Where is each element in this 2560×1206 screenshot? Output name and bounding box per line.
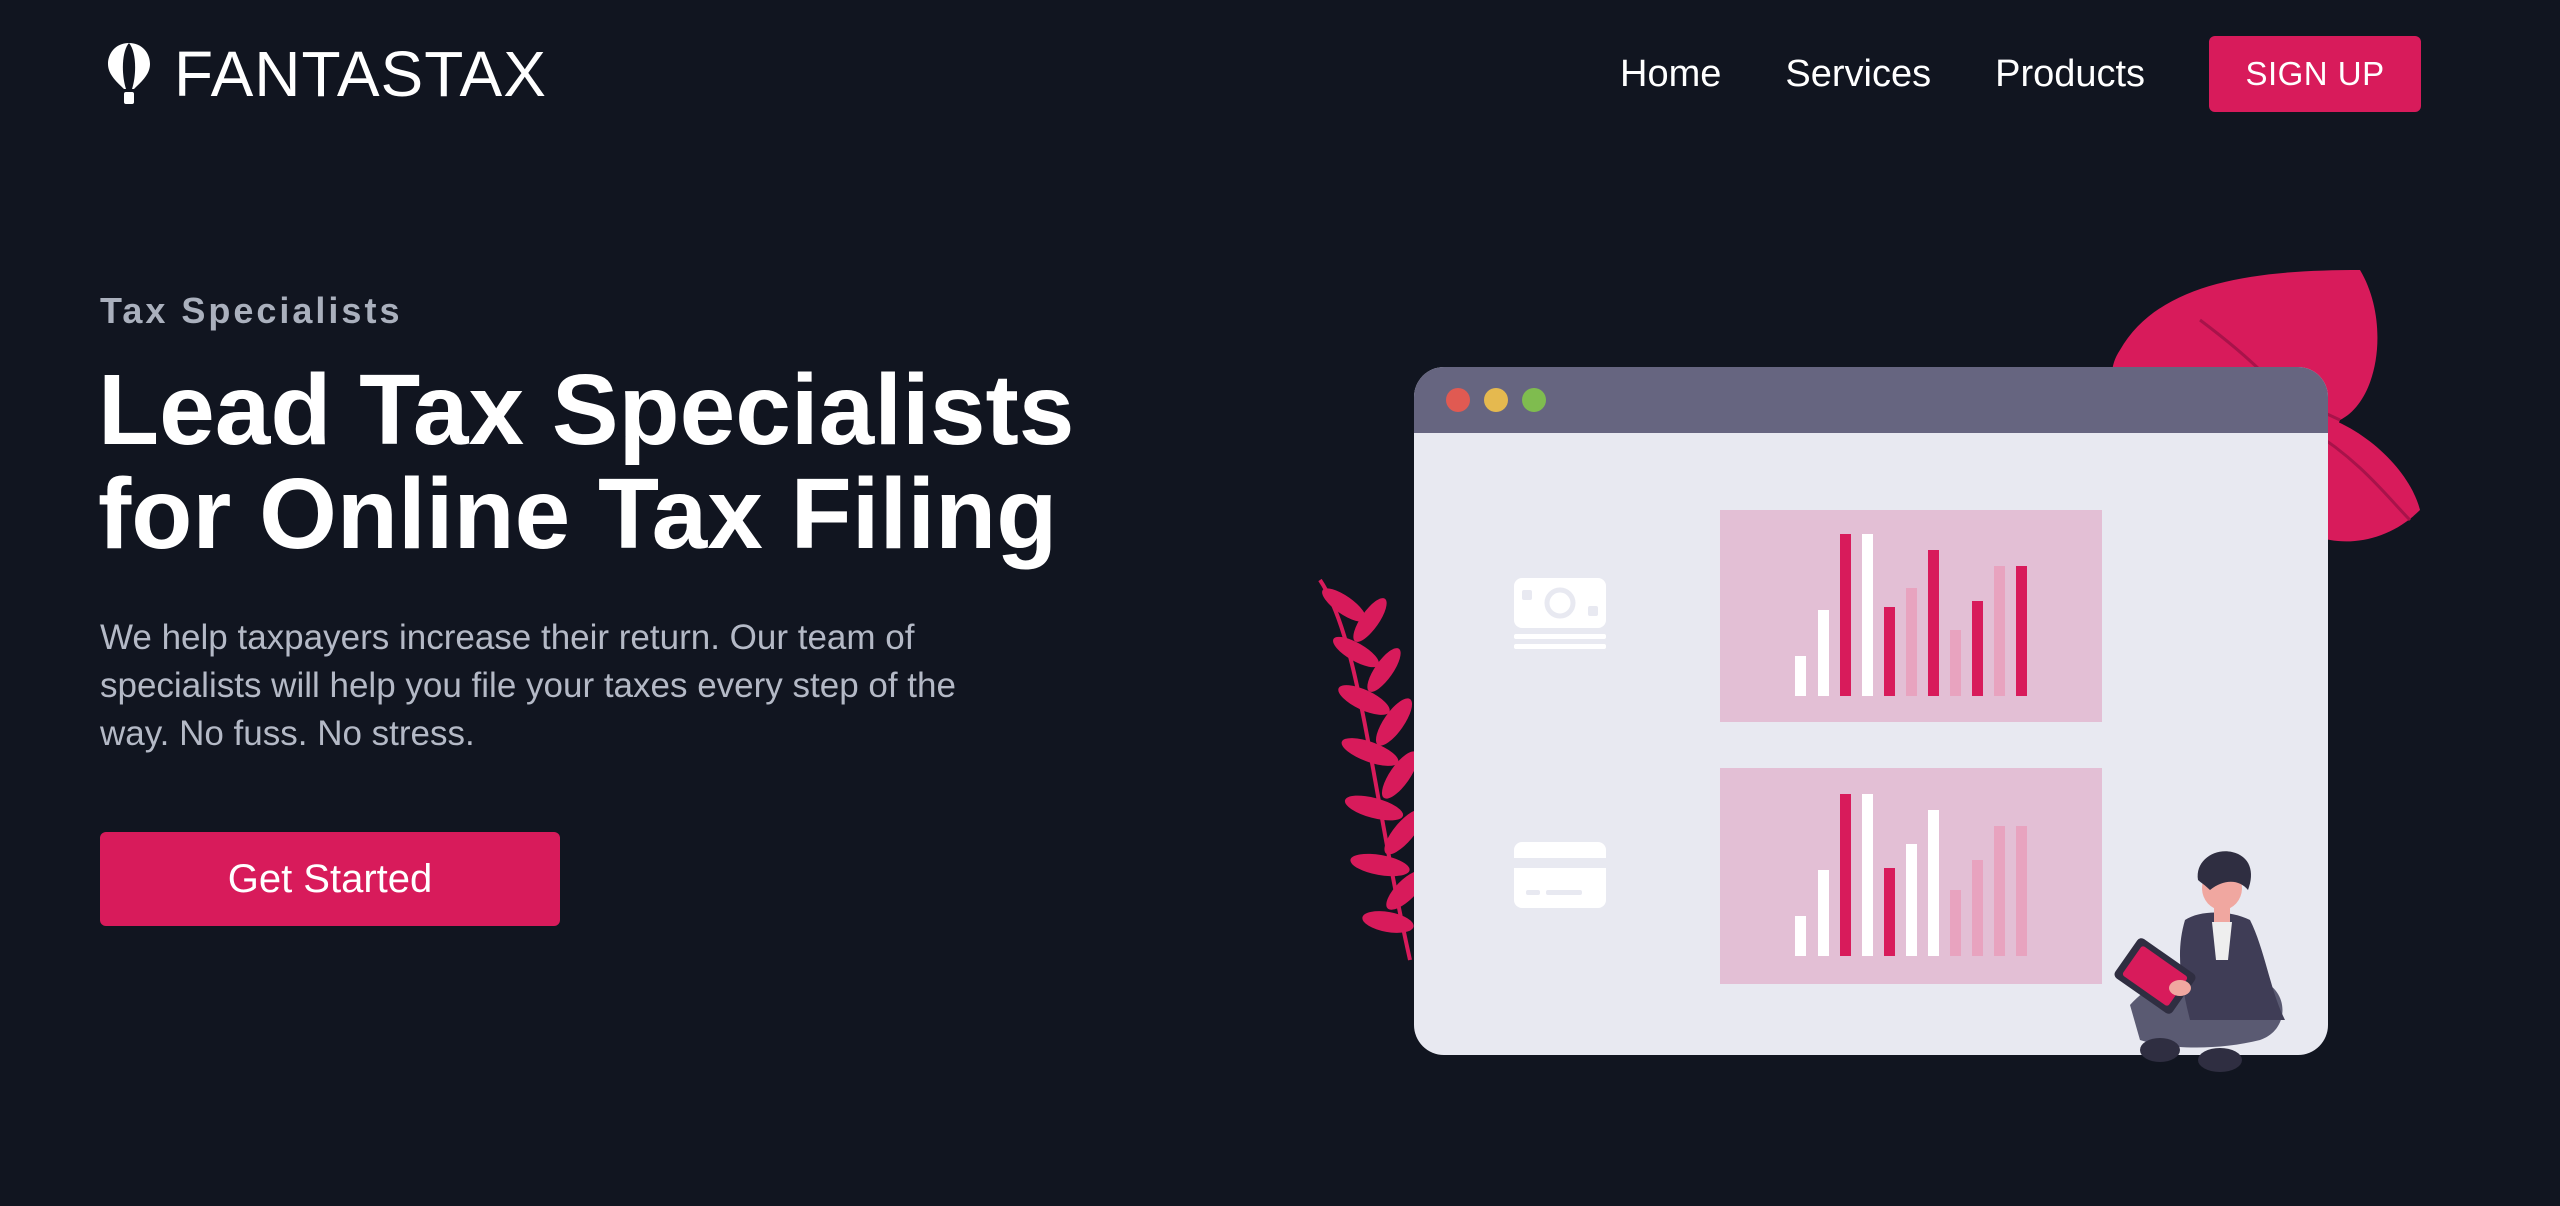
credit-card-icon [1514, 842, 1606, 908]
brand-logo[interactable]: FANTASTAX [106, 38, 547, 110]
hero-illustration [1300, 260, 2460, 1090]
main-nav: Home Services Products SIGN UP [1620, 36, 2422, 112]
headline-line-2: for Online Tax Filing [98, 458, 1058, 570]
site-header: FANTASTAX Home Services Products SIGN UP [0, 0, 2560, 150]
sign-up-button[interactable]: SIGN UP [2209, 36, 2422, 112]
dashboard-illustration [1318, 270, 2420, 1072]
brand-name: FANTASTAX [174, 38, 547, 110]
get-started-button[interactable]: Get Started [100, 832, 560, 926]
headline-line-1: Lead Tax Specialists [98, 354, 1075, 466]
hero-eyebrow: Tax Specialists [100, 290, 403, 331]
nav-products[interactable]: Products [1995, 36, 2145, 112]
hero-headline: Lead Tax Specialists for Online Tax Fili… [98, 358, 1098, 566]
nav-home[interactable]: Home [1620, 36, 1721, 112]
nav-services[interactable]: Services [1785, 36, 1931, 112]
hot-air-balloon-icon [108, 43, 150, 104]
cash-icon [1514, 578, 1606, 649]
hero-description: We help taxpayers increase their return.… [100, 618, 956, 753]
landing-page: FANTASTAX Home Services Products SIGN UP… [0, 0, 2560, 1206]
